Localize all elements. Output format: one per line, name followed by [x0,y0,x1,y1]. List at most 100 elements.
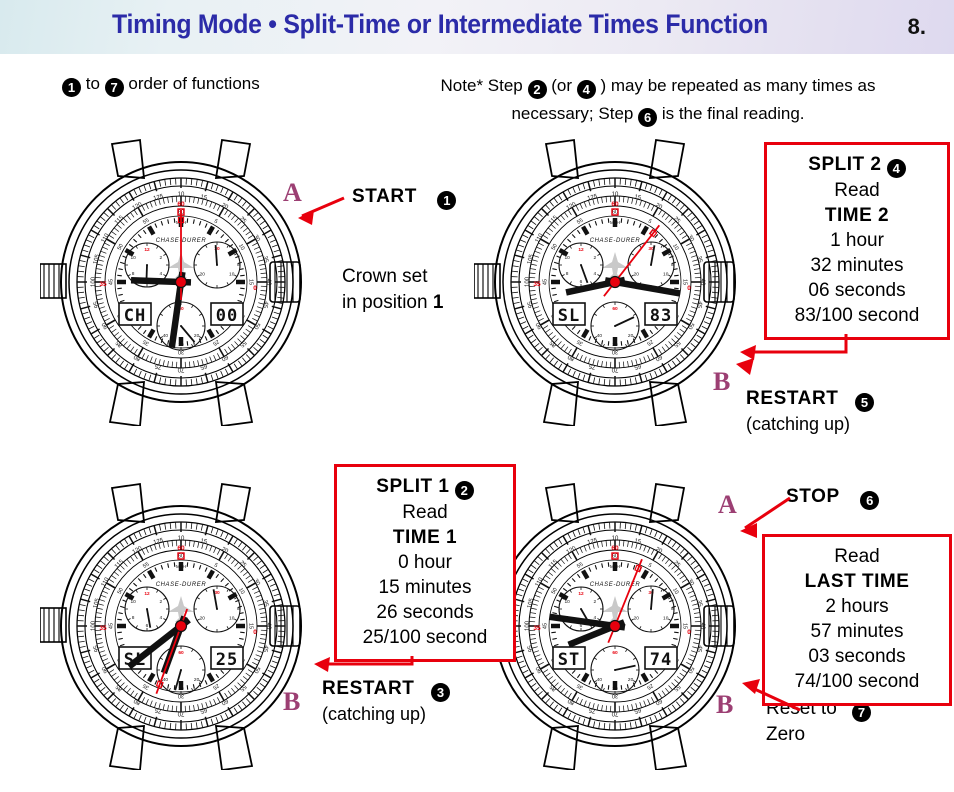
svg-text:8: 8 [132,615,135,621]
callout-stop-label: STOP [786,486,840,507]
svg-text:45: 45 [695,645,703,654]
svg-text:60: 60 [654,697,663,706]
hands-hub [174,275,188,289]
svg-text:95: 95 [93,644,101,653]
reset-line2: Zero [766,724,806,745]
step-bubble-1: 1 [62,78,81,97]
svg-text:40: 40 [597,677,603,683]
split1-header-row: SPLIT 1 2 [347,474,503,500]
svg-text:12: 12 [144,247,150,253]
svg-text:10: 10 [663,616,669,622]
svg-text:2: 2 [160,599,163,605]
split1-hundredths: 25/100 second [362,627,488,648]
svg-text:35: 35 [261,599,269,608]
svg-text:95: 95 [93,300,101,309]
last-read: Read [834,546,880,567]
subdial: 301020 [193,241,241,289]
split2-time-label: TIME 2 [824,205,890,226]
digital-window-right: 25 [210,646,244,670]
svg-text:45: 45 [695,301,703,310]
svg-text:25: 25 [646,338,654,346]
legend-order-of-functions: 1 to 7 order of functions [62,74,260,97]
step-bubble-4: 4 [886,159,906,178]
svg-text:10: 10 [130,599,136,605]
crown-note-line2: in position 1 [342,290,443,316]
svg-text:90: 90 [101,321,110,330]
step-bubble-6: 6 [860,491,880,510]
last-hours: 2 hours [825,596,889,617]
svg-text:12: 12 [578,591,584,597]
subdial: 12 2 4 6 8 10 [124,586,170,632]
svg-text:30: 30 [612,686,618,692]
svg-text:0: 0 [253,629,257,636]
svg-text:105: 105 [93,253,102,265]
split2-header-row: SPLIT 2 4 [777,152,937,178]
dial-contents: 10 15202530354045505560657075808590951001… [511,522,719,730]
svg-text:0: 0 [253,285,257,292]
note-text-e: is the final reading. [661,104,805,123]
svg-text:65: 65 [199,706,208,714]
svg-text:20: 20 [634,616,640,622]
split2-title: SPLIT 2 [808,154,882,175]
step-bubble-2: 2 [527,80,547,99]
svg-text:15: 15 [200,194,209,202]
subdial: 301020 [627,241,675,289]
svg-text:35: 35 [99,281,107,288]
step-bubble-5: 5 [854,393,874,412]
svg-text:40: 40 [597,333,603,339]
svg-text:60: 60 [178,650,184,656]
svg-text:15: 15 [634,538,643,546]
svg-text:60: 60 [611,545,619,552]
svg-text:12: 12 [144,591,150,597]
digital-window-right: 83 [644,302,678,326]
svg-text:55: 55 [142,218,150,226]
svg-text:20: 20 [628,333,634,339]
svg-text:60: 60 [654,353,663,362]
jet-logo-icon [602,596,628,622]
subdial: 60 20 40 30 [590,301,640,351]
crown-note-line2-text: in position [342,292,428,313]
svg-text:15: 15 [200,538,209,546]
restart3-label: RESTART [322,678,415,699]
dial-contents: 10 15202530354045505560657075808590951001… [77,178,285,386]
page-title: Timing Mode • Split-Time or Intermediate… [111,9,768,39]
svg-text:83: 83 [650,306,672,326]
crown-note-position: 1 [432,292,444,313]
svg-text:35: 35 [142,682,150,690]
svg-text:30: 30 [252,578,261,587]
svg-text:60: 60 [611,201,619,208]
arrow-stop [740,496,791,538]
watch-split2: 10 15202530354045505560657075808590951001… [474,138,736,426]
svg-text:60: 60 [220,697,229,706]
svg-text:5: 5 [213,562,219,569]
svg-text:90: 90 [101,665,110,674]
callout-start-label: START [352,186,417,207]
subdial: 12 2 4 6 8 10 [558,242,604,288]
svg-text:65: 65 [633,706,642,714]
hands-hub [608,275,622,289]
svg-text:10: 10 [564,255,570,261]
svg-text:50: 50 [551,243,559,251]
step-bubble-1: 1 [437,191,457,210]
svg-text:35: 35 [261,255,269,264]
callout-crown-note: Crown set in position 1 [342,264,443,316]
svg-text:75: 75 [154,362,163,370]
svg-text:5: 5 [213,218,219,225]
svg-text:55: 55 [142,562,150,570]
svg-text:35: 35 [99,625,107,632]
split1-title: SPLIT 1 [376,476,450,497]
split1-hours: 0 hour [398,552,452,573]
svg-text:65: 65 [199,362,208,370]
svg-text:4: 4 [594,271,597,277]
svg-text:10: 10 [663,272,669,278]
svg-text:4: 4 [160,615,163,621]
svg-text:5: 5 [647,218,653,225]
hands-hub [174,619,188,633]
svg-text:55: 55 [576,218,584,226]
info-box-split-1: SPLIT 1 2 Read TIME 1 0 hour 15 minutes … [334,464,516,662]
crown-note-line1: Crown set [342,266,428,287]
svg-text:45: 45 [543,279,549,285]
jet-logo-icon [602,252,628,278]
svg-text:10: 10 [229,272,235,278]
svg-text:60: 60 [612,306,618,312]
